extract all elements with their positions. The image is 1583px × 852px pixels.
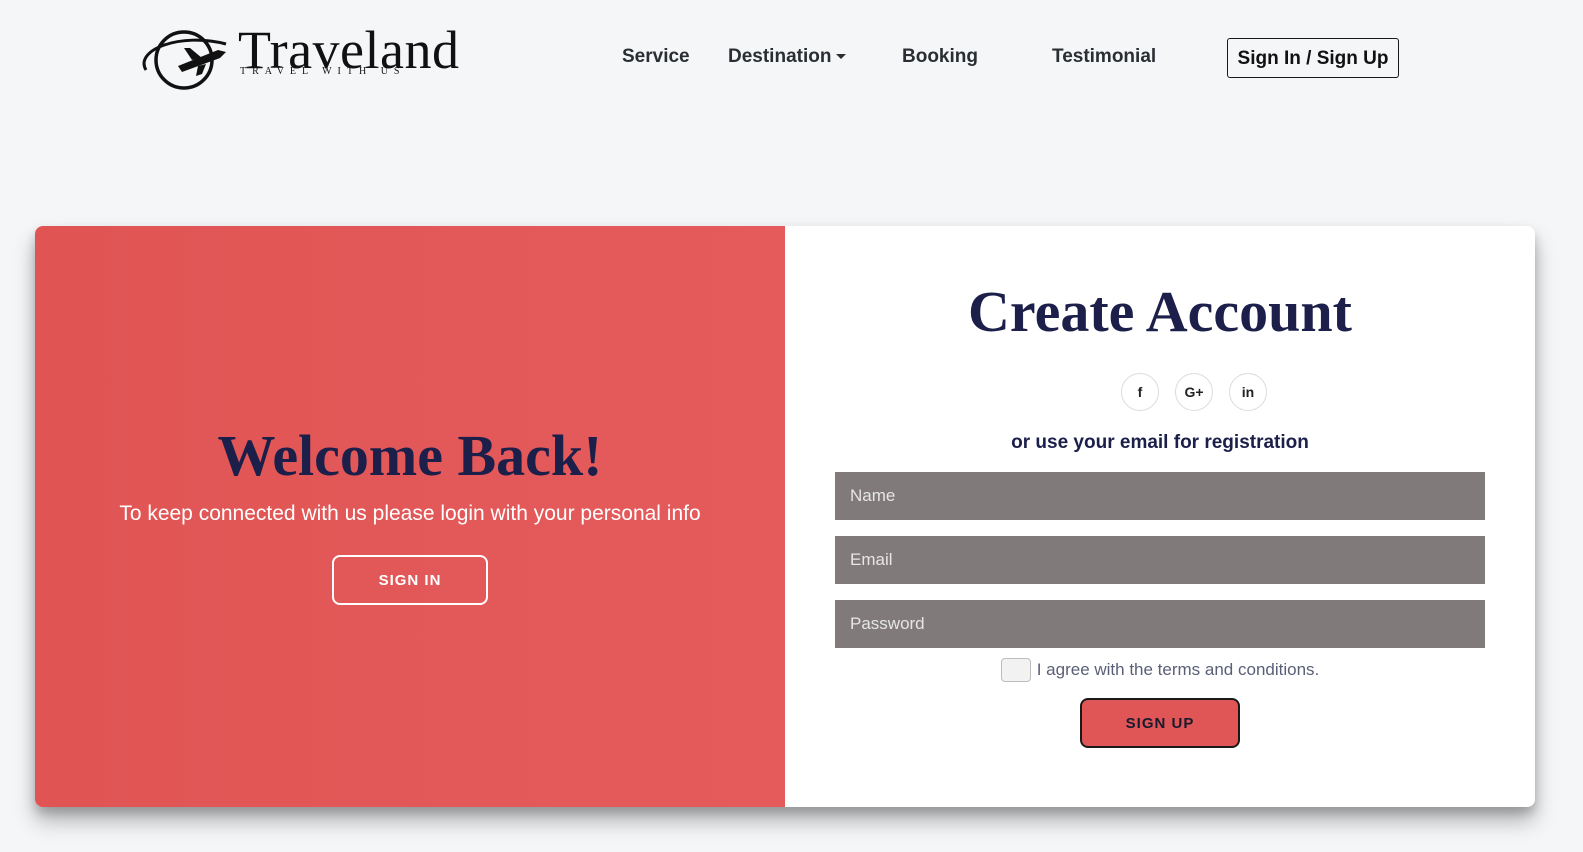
nav-service[interactable]: Service [622,46,690,68]
logo[interactable]: Traveland TRAVEL WITH US [140,20,460,94]
nav-booking[interactable]: Booking [902,46,978,68]
nav-destination-label: Destination [728,46,832,67]
email-field[interactable] [835,536,1485,584]
terms-checkbox[interactable] [1000,658,1031,682]
sign-in-button[interactable]: SIGN IN [332,555,488,605]
globe-plane-icon [142,30,227,90]
terms-row: I agree with the terms and conditions. [785,658,1535,682]
welcome-subtitle: To keep connected with us please login w… [119,502,701,525]
google-plus-icon[interactable]: G+ [1175,373,1213,411]
facebook-icon[interactable]: f [1121,373,1159,411]
welcome-title: Welcome Back! [217,423,603,488]
nav-testimonial[interactable]: Testimonial [1052,46,1156,68]
terms-label: I agree with the terms and conditions. [1036,660,1320,679]
password-field[interactable] [835,600,1485,648]
signup-panel: Create Account f G+ in or use your email… [785,226,1535,807]
linkedin-icon[interactable]: in [1229,373,1267,411]
registration-hint: or use your email for registration [1011,432,1309,453]
brand-tagline: TRAVEL WITH US [240,66,406,77]
nav-destination[interactable]: Destination [728,46,847,68]
create-account-title: Create Account [968,279,1352,344]
sign-up-button[interactable]: SIGN UP [1080,698,1240,748]
chevron-down-icon [836,54,847,60]
welcome-panel: Welcome Back! To keep connected with us … [35,226,785,807]
auth-card: Welcome Back! To keep connected with us … [35,226,1535,807]
name-field[interactable] [835,472,1485,520]
sign-in-sign-up-button[interactable]: Sign In / Sign Up [1227,38,1399,78]
